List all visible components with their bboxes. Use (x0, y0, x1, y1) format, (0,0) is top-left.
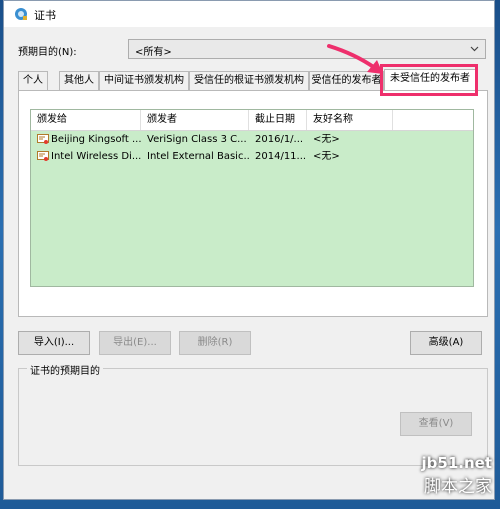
watermark-text: 脚本之家 (424, 477, 492, 497)
column-friendly-name[interactable]: 友好名称 (307, 110, 393, 130)
tab-trusted-root-ca[interactable]: 受信任的根证书颁发机构 (189, 71, 309, 90)
cell-issued-by: Intel External Basic... (147, 151, 249, 162)
column-issued-by[interactable]: 颁发者 (141, 110, 249, 130)
chevron-down-icon (470, 46, 479, 52)
view-button[interactable]: 查看(V) (400, 412, 472, 436)
site-watermark: jb51.net 脚本之家 (422, 454, 492, 497)
list-header: 颁发给 颁发者 截止日期 友好名称 (31, 110, 473, 131)
certificate-list[interactable]: 颁发给 颁发者 截止日期 友好名称 Beijing Kingsoft ... V… (30, 109, 474, 287)
intended-purpose-value: <所有> (135, 47, 172, 58)
cell-expiration: 2014/11... (255, 151, 307, 162)
certificate-purposes-title: 证书的预期目的 (27, 362, 103, 377)
window-title: 证书 (34, 9, 56, 22)
cell-friendly-name: <无> (313, 151, 340, 162)
title-bar[interactable]: 证书 (4, 1, 494, 27)
export-button[interactable]: 导出(E)... (99, 331, 171, 355)
cell-issued-to: Beijing Kingsoft ... (51, 134, 141, 145)
cell-friendly-name: <无> (313, 134, 340, 145)
certificate-app-icon (15, 8, 27, 20)
tab-other-people[interactable]: 其他人 (59, 71, 99, 90)
table-row[interactable]: Beijing Kingsoft ... VeriSign Class 3 C.… (31, 132, 473, 148)
tab-intermediate-ca[interactable]: 中间证书颁发机构 (99, 71, 189, 90)
table-row[interactable]: Intel Wireless Di... Intel External Basi… (31, 149, 473, 165)
intended-purpose-label: 预期目的(N): (18, 47, 77, 58)
cell-expiration: 2016/1/... (255, 134, 304, 145)
column-expiration[interactable]: 截止日期 (249, 110, 307, 130)
highlight-box (380, 64, 478, 96)
column-issued-to[interactable]: 颁发给 (31, 110, 141, 130)
delete-button[interactable]: 删除(R) (179, 331, 251, 355)
watermark-domain: jb51.net (421, 454, 492, 472)
cell-issued-to: Intel Wireless Di... (51, 151, 141, 162)
advanced-button[interactable]: 高级(A) (410, 331, 482, 355)
intended-purpose-dropdown[interactable]: <所有> (128, 39, 486, 59)
import-button[interactable]: 导入(I)... (18, 331, 90, 355)
tab-personal[interactable]: 个人 (18, 71, 48, 90)
cell-issued-by: VeriSign Class 3 C... (147, 134, 247, 145)
